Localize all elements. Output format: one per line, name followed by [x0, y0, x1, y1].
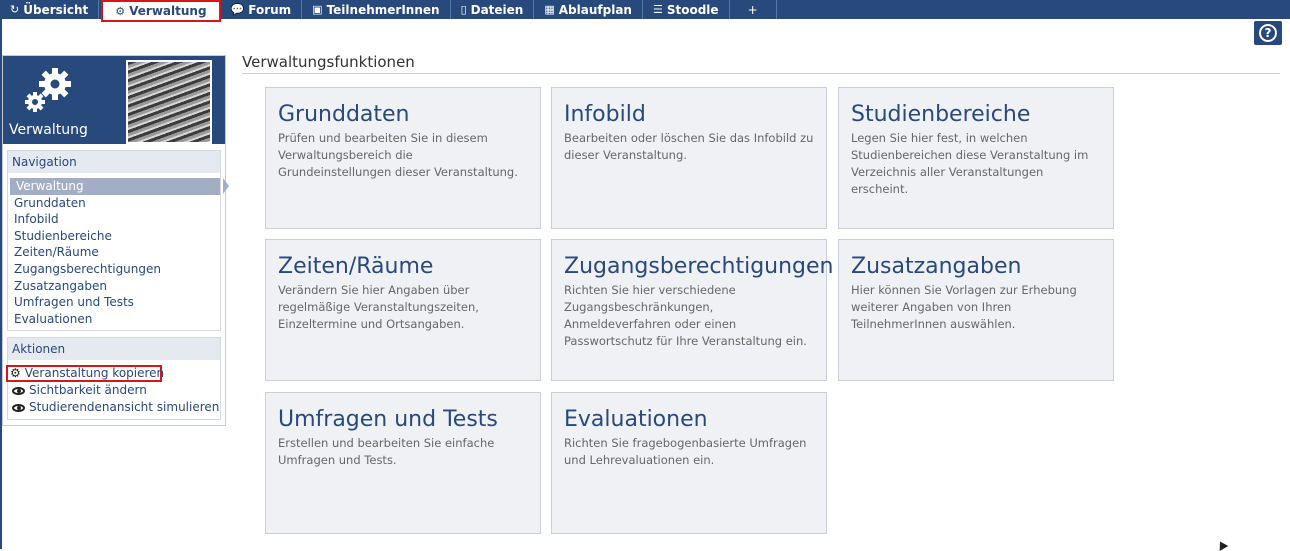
actions-box: Aktionen ⚙ Veranstaltung kopieren Sichtb…: [6, 337, 221, 421]
schedule-icon: ▦: [544, 3, 555, 16]
navigation-heading: Navigation: [8, 151, 220, 173]
tab-ablaufplan[interactable]: ▦ Ablaufplan: [534, 0, 643, 19]
stoodle-icon: ☰: [652, 3, 663, 16]
nav-item-zugangsberechtigungen[interactable]: Zugangsberechtigungen: [8, 261, 220, 278]
card-zusatzangaben[interactable]: Zusatzangaben Hier können Sie Vorlagen z…: [838, 239, 1114, 381]
tab-dateien[interactable]: ▯ Dateien: [451, 0, 535, 19]
card-description: Verändern Sie hier Angaben über regelmäß…: [278, 283, 479, 331]
nav-item-zusatzangaben[interactable]: Zusatzangaben: [8, 278, 220, 295]
card-title: Zeiten/Räume: [278, 254, 434, 279]
action-label: Sichtbarkeit ändern: [29, 383, 147, 398]
action-label: Veranstaltung kopieren: [24, 366, 165, 381]
page-title: Verwaltungsfunktionen: [242, 53, 1280, 74]
card-title: Umfragen und Tests: [278, 407, 498, 432]
tab-label: Ablaufplan: [558, 2, 632, 17]
plus-icon: +: [747, 2, 758, 17]
visibility-action[interactable]: Sichtbarkeit ändern: [8, 382, 220, 399]
nav-item-infobild[interactable]: Infobild: [8, 211, 220, 228]
card-zeiten-raeume[interactable]: Zeiten/Räume Verändern Sie hier Angaben …: [265, 239, 541, 381]
card-title: Zusatzangaben: [851, 254, 1022, 279]
tab-teilnehmerinnen[interactable]: ▣ TeilnehmerInnen: [302, 0, 451, 19]
nav-item-zeiten-raeume[interactable]: Zeiten/Räume: [8, 244, 220, 261]
card-description: Richten Sie fragebogenbasierte Umfragen …: [564, 436, 807, 467]
nav-item-grunddaten[interactable]: Grunddaten: [8, 195, 220, 212]
copy-icon: ⚙: [10, 366, 21, 381]
forum-icon: 💬: [230, 3, 245, 16]
card-umfragen-tests[interactable]: Umfragen und Tests Erstellen und bearbei…: [265, 392, 541, 534]
participants-icon: ▣: [312, 3, 323, 16]
card-zugangsberechtigungen[interactable]: Zugangsberechtigungen Richten Sie hier v…: [551, 239, 834, 381]
navigation-box: Navigation Verwaltung Grunddaten Infobil…: [7, 150, 229, 332]
tab-label: TeilnehmerInnen: [326, 2, 440, 17]
tab-stoodle[interactable]: ☰ Stoodle: [643, 0, 730, 19]
help-button[interactable]: ?: [1254, 21, 1282, 45]
tab-label: Verwaltung: [129, 4, 207, 18]
sidebar-header: Verwaltung: [3, 56, 225, 144]
mouse-cursor-icon: [1215, 539, 1229, 551]
actions-list: ⚙ Veranstaltung kopieren Sichtbarkeit än…: [6, 360, 220, 419]
copy-course-action[interactable]: ⚙ Veranstaltung kopieren: [6, 365, 165, 383]
card-title: Infobild: [564, 102, 646, 127]
nav-item-evaluationen[interactable]: Evaluationen: [8, 311, 220, 328]
tab-label: Übersicht: [23, 2, 89, 17]
tab-uebersicht[interactable]: ↻ Übersicht: [0, 0, 100, 19]
nav-item-studienbereiche[interactable]: Studienbereiche: [8, 228, 220, 245]
tab-forum[interactable]: 💬 Forum: [221, 0, 303, 19]
navigation-list: Verwaltung Grunddaten Infobild Studienbe…: [8, 173, 229, 330]
tab-label: Stoodle: [666, 2, 719, 17]
card-title: Studienbereiche: [851, 102, 1031, 127]
card-description: Legen Sie hier fest, in welchen Studienb…: [851, 131, 1089, 196]
card-title: Zugangsberechtigungen: [564, 254, 834, 279]
help-icon: ?: [1259, 24, 1277, 42]
gears-icon: ⚙: [115, 4, 126, 18]
card-description: Prüfen und bearbeiten Sie in diesem Verw…: [278, 131, 518, 179]
card-title: Grunddaten: [278, 102, 410, 127]
card-title: Evaluationen: [564, 407, 708, 432]
tab-label: Dateien: [470, 2, 524, 17]
card-description: Hier können Sie Vorlagen zur Erhebung we…: [851, 283, 1077, 331]
course-image: [126, 60, 212, 144]
nav-item-umfragen-tests[interactable]: Umfragen und Tests: [8, 294, 220, 311]
nav-item-verwaltung[interactable]: Verwaltung: [10, 178, 229, 195]
sidebar: Verwaltung Navigation Verwaltung Grundda…: [2, 55, 229, 426]
card-studienbereiche[interactable]: Studienbereiche Legen Sie hier fest, in …: [838, 87, 1114, 229]
overview-icon: ↻: [10, 3, 20, 16]
eye-icon: [12, 403, 25, 412]
tab-label: Forum: [248, 2, 292, 17]
eye-icon: [12, 386, 25, 395]
card-evaluationen[interactable]: Evaluationen Richten Sie fragebogenbasie…: [551, 392, 827, 534]
gears-icon: [25, 68, 71, 112]
sidebar-header-title: Verwaltung: [9, 122, 88, 138]
action-label: Studierendenansicht simulieren: [29, 400, 220, 415]
card-infobild[interactable]: Infobild Bearbeiten oder löschen Sie das…: [551, 87, 827, 229]
actions-heading: Aktionen: [8, 338, 220, 361]
card-description: Bearbeiten oder löschen Sie das Infobild…: [564, 131, 814, 162]
card-description: Erstellen und bearbeiten Sie einfache Um…: [278, 436, 495, 467]
card-description: Richten Sie hier verschiedene Zugangsbes…: [564, 283, 807, 348]
tab-verwaltung[interactable]: ⚙ Verwaltung: [101, 0, 221, 22]
top-navigation: ↻ Übersicht ⚙ Verwaltung 💬 Forum ▣ Teiln…: [0, 0, 1290, 22]
card-grunddaten[interactable]: Grunddaten Prüfen und bearbeiten Sie in …: [265, 87, 541, 229]
tab-add[interactable]: +: [730, 0, 777, 19]
files-icon: ▯: [460, 3, 467, 16]
student-view-action[interactable]: Studierendenansicht simulieren: [8, 399, 220, 416]
